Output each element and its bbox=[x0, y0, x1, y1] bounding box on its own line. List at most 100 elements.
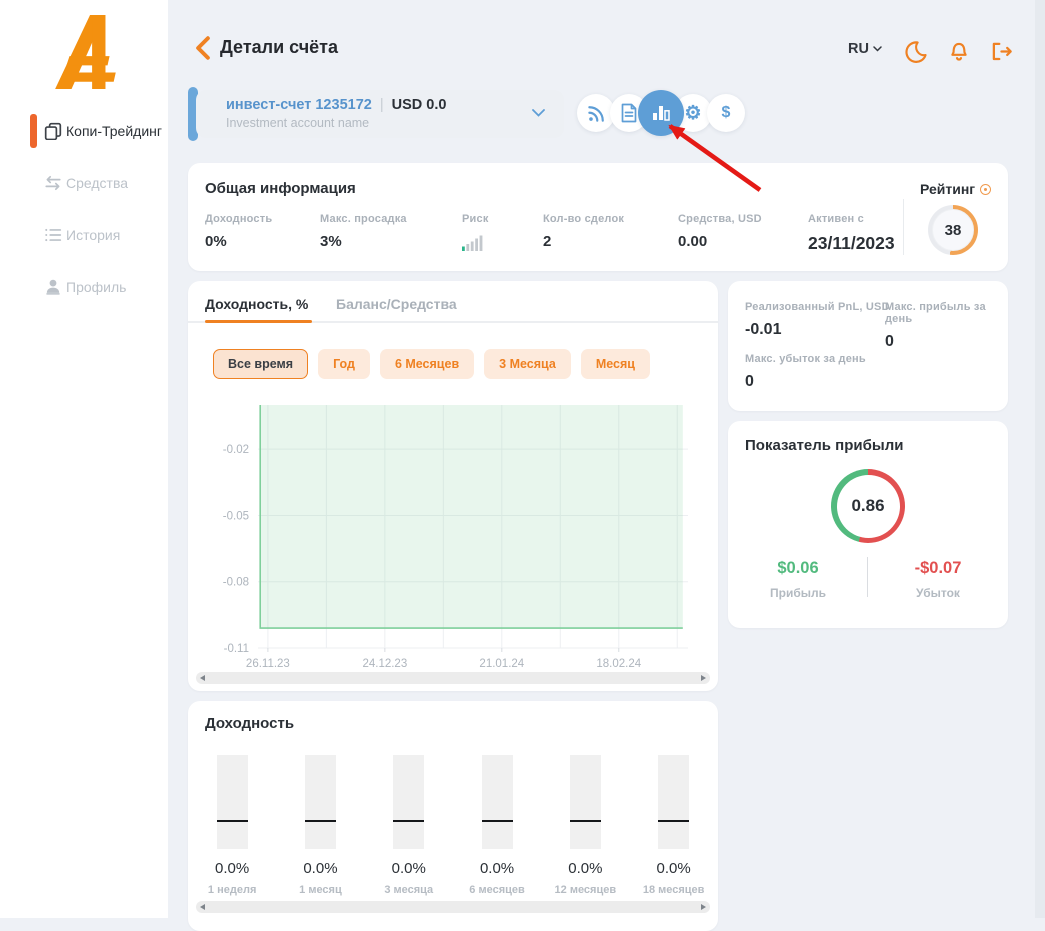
card-title: Показатель прибыли bbox=[745, 437, 903, 454]
info-icon[interactable] bbox=[980, 184, 991, 195]
return-bar-column: 0.0% 1 месяц bbox=[276, 755, 364, 896]
tab-balance-funds[interactable]: Баланс/Средства bbox=[336, 296, 457, 312]
profit-value: $0.06 bbox=[728, 559, 868, 578]
scroll-right-icon[interactable] bbox=[701, 675, 706, 681]
profit-loss-row: $0.06 Прибыль -$0.07 Убыток bbox=[728, 559, 1008, 600]
filter-all-time[interactable]: Все время bbox=[213, 349, 308, 379]
returns-bar-chart: 0.0%1 неделя0.0%1 месяц0.0%3 месяца0.0%6… bbox=[188, 755, 718, 896]
stat-return: Доходность 0% bbox=[205, 213, 272, 250]
svg-text:-0.05: -0.05 bbox=[223, 510, 249, 522]
active-indicator bbox=[30, 114, 37, 148]
stat-value: 0.00 bbox=[678, 233, 762, 250]
rating-gauge: 38 bbox=[928, 205, 978, 255]
return-bar bbox=[482, 755, 513, 849]
sidebar-item-history[interactable]: История bbox=[0, 217, 168, 253]
max-daily-profit: Макс. прибыль за день 0 bbox=[885, 301, 1008, 351]
chevron-down-icon bbox=[873, 46, 882, 52]
return-bar bbox=[658, 755, 689, 849]
stat-label: Реализованный PnL, USD bbox=[745, 301, 890, 313]
return-period-label: 12 месяцев bbox=[555, 884, 617, 896]
filter-year[interactable]: Год bbox=[318, 349, 370, 379]
filter-6-months[interactable]: 6 Месяцев bbox=[380, 349, 474, 379]
account-name: инвест-счет 1235172 bbox=[226, 97, 372, 113]
stat-label: Кол-во сделок bbox=[543, 213, 624, 225]
loss-value: -$0.07 bbox=[868, 559, 1008, 578]
logout-icon[interactable] bbox=[989, 39, 1015, 65]
profit-caption: Прибыль bbox=[728, 586, 868, 600]
returns-card: Доходность 0.0%1 неделя0.0%1 месяц0.0%3 … bbox=[188, 701, 718, 931]
rating-value: 38 bbox=[932, 209, 974, 251]
return-value: 0.0% bbox=[303, 860, 337, 877]
statistics-button[interactable] bbox=[638, 90, 684, 136]
stat-risk: Риск bbox=[462, 213, 489, 251]
profit-loss-donut: 0.86 bbox=[831, 469, 905, 543]
return-bar-column: 0.0%3 месяца bbox=[365, 755, 453, 896]
bell-icon[interactable] bbox=[946, 39, 972, 65]
gear-icon: ⚙ bbox=[684, 104, 701, 123]
document-icon bbox=[620, 103, 638, 123]
stat-label: Макс. прибыль за день bbox=[885, 301, 1008, 325]
zero-line bbox=[393, 820, 424, 822]
scroll-right-icon[interactable] bbox=[701, 904, 706, 910]
sidebar-item-label: Профиль bbox=[66, 279, 126, 295]
stat-value: 0 bbox=[745, 373, 866, 391]
deposit-button[interactable]: $ bbox=[707, 94, 745, 132]
divider: | bbox=[380, 97, 384, 113]
return-bar bbox=[305, 755, 336, 849]
return-bar bbox=[570, 755, 601, 849]
loss-column: -$0.07 Убыток bbox=[868, 559, 1008, 600]
sidebar-item-copy-trading[interactable]: Копи-Трейдинг bbox=[0, 113, 168, 149]
scroll-left-icon[interactable] bbox=[200, 675, 205, 681]
stat-label: Активен с bbox=[808, 213, 895, 225]
pnl-card: Реализованный PnL, USD -0.01 Макс. прибы… bbox=[728, 281, 1008, 411]
svg-text:24.12.23: 24.12.23 bbox=[362, 658, 407, 670]
return-period-label: 1 месяц bbox=[299, 884, 342, 896]
transfer-icon bbox=[44, 174, 62, 192]
sidebar-item-profile[interactable]: Профиль bbox=[0, 269, 168, 305]
rating-label: Рейтинг bbox=[920, 181, 991, 197]
window-scrollbar[interactable] bbox=[1035, 0, 1045, 918]
return-value: 0.0% bbox=[657, 860, 691, 877]
card-title: Общая информация bbox=[205, 180, 356, 197]
return-bar bbox=[217, 755, 248, 849]
active-tab-underline bbox=[205, 320, 312, 323]
stat-label: Доходность bbox=[205, 213, 272, 225]
profit-factor-card: Показатель прибыли 0.86 $0.06 Прибыль -$… bbox=[728, 421, 1008, 628]
filter-month[interactable]: Месяц bbox=[581, 349, 650, 379]
language-code: RU bbox=[848, 41, 869, 57]
max-daily-loss: Макс. убыток за день 0 bbox=[745, 353, 866, 391]
svg-text:18.02.24: 18.02.24 bbox=[596, 658, 641, 670]
return-period-label: 1 неделя bbox=[208, 884, 256, 896]
zero-line bbox=[482, 820, 513, 822]
stat-value: 0 bbox=[885, 333, 1008, 351]
chart-tabs: Доходность, % Баланс/Средства bbox=[188, 296, 718, 322]
overview-card: Общая информация Доходность 0% Макс. про… bbox=[188, 163, 1008, 271]
account-subtitle: Investment account name bbox=[226, 116, 369, 130]
loss-caption: Убыток bbox=[868, 586, 1008, 600]
stat-label: Макс. убыток за день bbox=[745, 353, 866, 365]
sidebar-item-label: Копи-Трейдинг bbox=[66, 123, 162, 139]
horizontal-scrollbar[interactable] bbox=[196, 672, 710, 684]
rating-label-text: Рейтинг bbox=[920, 181, 975, 197]
stat-active-since: Активен с 23/11/2023 bbox=[808, 213, 895, 254]
zero-line bbox=[305, 820, 336, 822]
stat-value: 3% bbox=[320, 233, 407, 250]
account-selector[interactable]: инвест-счет 1235172 | USD 0.0 Investment… bbox=[196, 90, 564, 138]
performance-card: Доходность, % Баланс/Средства Все время … bbox=[188, 281, 718, 691]
return-area-chart: -0.02-0.05-0.08-0.1126.11.2324.12.2321.0… bbox=[196, 393, 710, 675]
scroll-left-icon[interactable] bbox=[200, 904, 205, 910]
svg-text:21.01.24: 21.01.24 bbox=[479, 658, 524, 670]
back-button[interactable] bbox=[192, 35, 214, 61]
horizontal-scrollbar[interactable] bbox=[196, 901, 710, 913]
page-title: Детали счёта bbox=[220, 37, 338, 58]
stat-label: Средства, USD bbox=[678, 213, 762, 225]
moon-icon[interactable] bbox=[903, 39, 929, 65]
sidebar-item-label: Средства bbox=[66, 175, 128, 191]
period-filters: Все время Год 6 Месяцев 3 Месяца Месяц bbox=[213, 349, 650, 379]
filter-3-months[interactable]: 3 Месяца bbox=[484, 349, 571, 379]
language-selector[interactable]: RU bbox=[848, 41, 882, 57]
sidebar-item-funds[interactable]: Средства bbox=[0, 165, 168, 201]
tab-return[interactable]: Доходность, % bbox=[205, 296, 308, 312]
account-balance: USD 0.0 bbox=[392, 97, 447, 113]
sidebar: Копи-Трейдинг Средства История bbox=[0, 0, 168, 918]
